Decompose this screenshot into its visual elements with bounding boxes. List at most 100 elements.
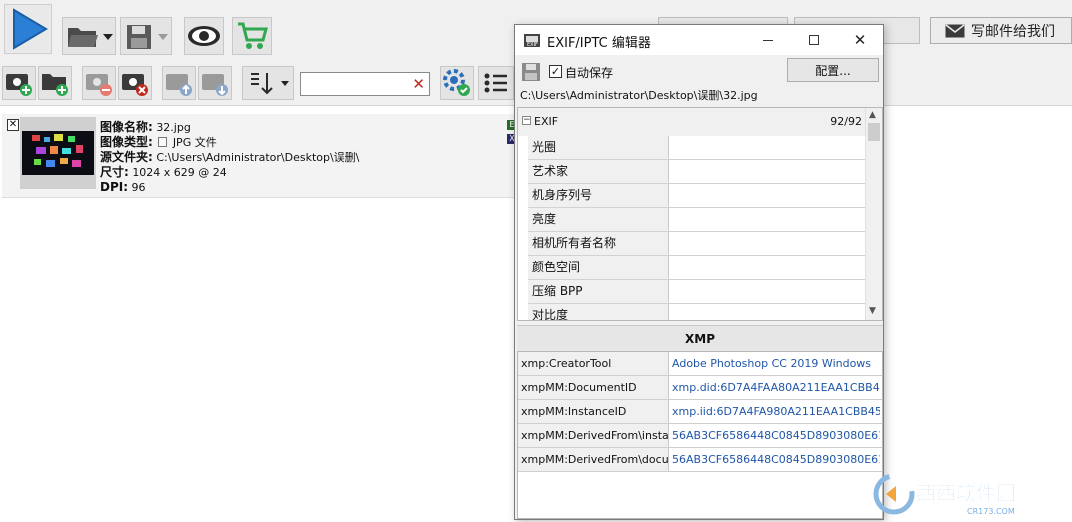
scroll-up-icon[interactable]: ▲ <box>869 110 876 120</box>
clear-list-button[interactable] <box>118 66 152 100</box>
settings-button[interactable] <box>440 66 474 100</box>
image-thumbnail <box>20 117 96 189</box>
xmp-key: xmpMM:DerivedFrom\docu... <box>518 448 669 471</box>
xmp-key: xmpMM:InstanceID <box>518 400 669 423</box>
cart-icon <box>238 22 268 49</box>
exif-row[interactable]: 亮度 <box>528 208 865 232</box>
exif-value-field[interactable] <box>669 256 865 279</box>
move-down-icon <box>202 74 228 96</box>
xmp-row[interactable]: xmp:CreatorTool Adobe Photoshop CC 2019 W… <box>518 352 882 376</box>
run-button[interactable] <box>4 4 52 54</box>
xmp-row[interactable]: xmpMM:DerivedFrom\docu... 56AB3CF6586448C… <box>518 448 882 472</box>
buy-button[interactable] <box>232 17 272 55</box>
app-window: 写邮件给我们 ✕ ✕ 图像名称: 32.jpg 图像类型: JPG 文件 源文件… <box>0 0 1072 522</box>
exif-value-field[interactable] <box>669 184 865 207</box>
chevron-down-icon[interactable] <box>103 34 113 40</box>
collapse-icon[interactable]: − <box>522 116 531 125</box>
autosave-checkbox[interactable]: ✓ <box>549 65 562 78</box>
xmp-row[interactable]: xmpMM:DocumentID xmp.did:6D7A4FAA80A211EA… <box>518 376 882 400</box>
size-value: 1024 x 629 @ 24 <box>132 166 227 179</box>
add-image-button[interactable] <box>2 66 36 100</box>
xmp-value[interactable]: xmp.did:6D7A4FAA80A211EAA1CBB456... <box>669 376 880 399</box>
list-icon <box>484 73 507 93</box>
play-icon <box>13 8 48 50</box>
xmp-key: xmpMM:DocumentID <box>518 376 669 399</box>
add-folder-button[interactable] <box>38 66 72 100</box>
file-path: C:\Users\Administrator\Desktop\误删\32.jpg <box>520 89 758 102</box>
exif-key: 压缩 BPP <box>528 280 669 303</box>
clear-search-icon[interactable]: ✕ <box>412 75 425 93</box>
exif-value-field[interactable] <box>669 280 865 303</box>
exif-key: 相机所有者名称 <box>528 232 669 255</box>
add-image-icon <box>6 74 32 96</box>
search-input[interactable]: ✕ <box>300 72 430 96</box>
exif-value-field[interactable] <box>669 136 865 159</box>
save-icon[interactable] <box>521 62 541 82</box>
exif-value-field[interactable] <box>669 232 865 255</box>
save-button[interactable] <box>120 17 172 55</box>
move-up-button[interactable] <box>162 66 196 100</box>
type-value: JPG 文件 <box>172 136 217 149</box>
folder-label: 源文件夹: <box>100 150 153 164</box>
xmp-row[interactable]: xmpMM:InstanceID xmp.iid:6D7A4FA980A211EA… <box>518 400 882 424</box>
exif-row[interactable]: 机身序列号 <box>528 184 865 208</box>
move-down-button[interactable] <box>198 66 232 100</box>
exif-table: 光圈 艺术家 机身序列号 亮度 相机所有者名称 颜色空间 压缩 BPP 对比度 <box>528 136 865 320</box>
xmp-value[interactable]: 56AB3CF6586448C0845D8903080E6187 <box>669 448 880 471</box>
close-icon: ✕ <box>853 31 867 49</box>
dpi-label: DPI: <box>100 180 129 194</box>
exif-section-header[interactable]: − EXIF 92/92 <box>518 108 868 136</box>
eye-icon <box>188 26 220 46</box>
maximize-button[interactable] <box>791 25 837 55</box>
exif-row[interactable]: 相机所有者名称 <box>528 232 865 256</box>
move-up-icon <box>166 74 192 96</box>
xmp-section-header: XMP <box>517 325 883 351</box>
email-us-button[interactable]: 写邮件给我们 <box>930 17 1072 44</box>
chevron-down-icon[interactable] <box>281 81 289 86</box>
scroll-thumb[interactable] <box>868 123 880 141</box>
minimize-button[interactable] <box>745 25 791 55</box>
add-folder-icon <box>42 74 68 96</box>
exif-row[interactable]: 颜色空间 <box>528 256 865 280</box>
list-view-button[interactable] <box>478 66 514 100</box>
exif-row[interactable]: 艺术家 <box>528 160 865 184</box>
name-label: 图像名称: <box>100 120 153 134</box>
gear-check-icon <box>443 69 470 96</box>
exif-row[interactable]: 对比度 <box>528 304 865 320</box>
dialog-title: EXIF/IPTC 编辑器 <box>547 36 651 51</box>
exif-scrollbar[interactable]: ▲ ▼ <box>865 108 882 320</box>
email-us-label: 写邮件给我们 <box>971 23 1055 40</box>
envelope-icon <box>945 23 965 37</box>
xmp-table: xmp:CreatorTool Adobe Photoshop CC 2019 W… <box>517 351 883 519</box>
exif-row[interactable]: 光圈 <box>528 136 865 160</box>
xmp-value[interactable]: xmp.iid:6D7A4FA980A211EAA1CBB456... <box>669 400 880 423</box>
file-type-icon <box>158 137 168 147</box>
sort-button[interactable] <box>242 66 294 100</box>
xmp-row[interactable]: xmpMM:DerivedFrom\insta... 56AB3CF6586448… <box>518 424 882 448</box>
exif-row[interactable]: 压缩 BPP <box>528 280 865 304</box>
size-label: 尺寸: <box>100 165 129 179</box>
exif-panel: − EXIF 92/92 光圈 艺术家 机身序列号 亮度 相机所有者名称 颜色空… <box>517 107 883 321</box>
name-value: 32.jpg <box>156 121 191 134</box>
xmp-value[interactable]: Adobe Photoshop CC 2019 Windows <box>669 352 880 375</box>
open-folder-button[interactable] <box>62 17 116 55</box>
exif-app-icon: EXIF <box>524 34 540 48</box>
config-button[interactable]: 配置... <box>787 58 879 82</box>
exif-value-field[interactable] <box>669 160 865 183</box>
file-list-item[interactable]: ✕ 图像名称: 32.jpg 图像类型: JPG 文件 源文件夹: C:\Use… <box>2 114 518 198</box>
exif-value-field[interactable] <box>669 208 865 231</box>
dpi-value: 96 <box>131 181 146 194</box>
exif-editor-dialog: EXIF EXIF/IPTC 编辑器 ✕ ✓ 自动保存 配置... C:\Use… <box>514 24 884 520</box>
remove-image-icon <box>86 74 112 96</box>
scroll-down-icon[interactable]: ▼ <box>869 306 876 316</box>
close-button[interactable]: ✕ <box>837 25 883 55</box>
xmp-value[interactable]: 56AB3CF6586448C0845D8903080E6187 <box>669 424 880 447</box>
chevron-down-icon[interactable] <box>158 34 168 40</box>
watermark-logo: 西西软件园 CR173.COM <box>873 473 1016 516</box>
item-checkbox[interactable]: ✕ <box>7 119 19 131</box>
remove-image-button[interactable] <box>82 66 116 100</box>
folder-value: C:\Users\Administrator\Desktop\误删\ <box>156 151 360 164</box>
preview-button[interactable] <box>184 17 224 55</box>
exif-value-field[interactable] <box>669 304 865 320</box>
dialog-titlebar[interactable]: EXIF EXIF/IPTC 编辑器 ✕ <box>515 25 883 55</box>
